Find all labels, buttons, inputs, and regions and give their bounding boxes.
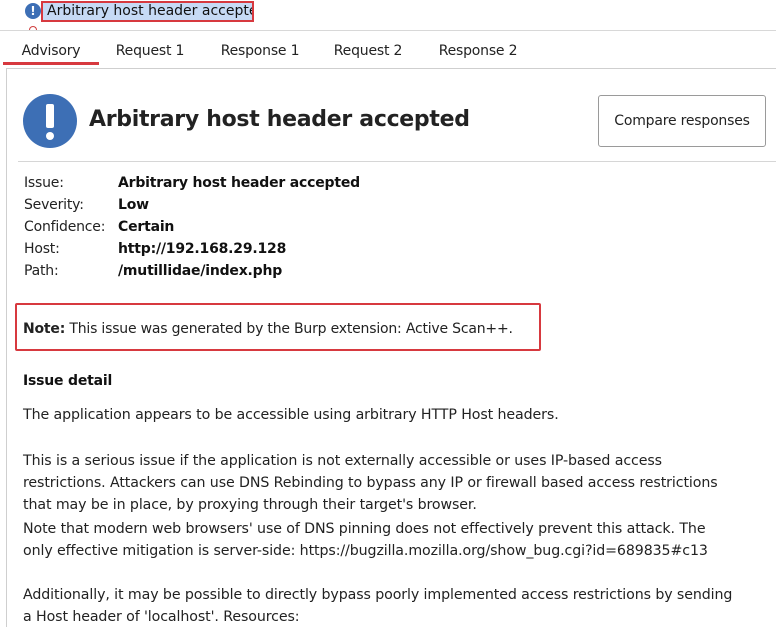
detail-line: This is a serious issue if the applicati… xyxy=(23,453,662,469)
detail-line: a Host header of 'localhost'. Resources: xyxy=(23,609,300,625)
tab-bar: Advisory Request 1 Response 1 Request 2 … xyxy=(0,30,776,66)
detail-line: restrictions. Attackers can use DNS Rebi… xyxy=(23,475,718,491)
issue-value: Arbitrary host header accepted xyxy=(118,175,360,191)
detail-paragraph: Additionally, it may be possible to dire… xyxy=(23,584,773,627)
path-label: Path: xyxy=(24,263,59,279)
issue-label: Issue: xyxy=(24,175,64,191)
confidence-label: Confidence: xyxy=(24,219,106,235)
extension-note: Note: This issue was generated by the Bu… xyxy=(23,321,513,337)
tab-response-2[interactable]: Response 2 xyxy=(428,31,528,65)
info-icon: ! xyxy=(25,3,41,19)
tab-response-1[interactable]: Response 1 xyxy=(210,31,310,65)
note-label: Note: xyxy=(23,321,66,337)
issue-viewer: ! Arbitrary host header accepted Advisor… xyxy=(0,0,776,627)
detail-line: that may be in place, by proxying throug… xyxy=(23,497,477,513)
advisory-panel: Arbitrary host header accepted Compare r… xyxy=(6,68,776,627)
tab-advisory[interactable]: Advisory xyxy=(3,31,99,65)
tab-request-2[interactable]: Request 2 xyxy=(326,31,410,65)
detail-line: Additionally, it may be possible to dire… xyxy=(23,587,733,603)
detail-line: The application appears to be accessible… xyxy=(23,407,559,423)
severity-value: Low xyxy=(118,197,149,213)
divider xyxy=(18,161,776,162)
path-value: /mutillidae/index.php xyxy=(118,263,283,279)
detail-paragraph: This is a serious issue if the applicati… xyxy=(23,450,773,516)
host-value: http://192.168.29.128 xyxy=(118,241,287,257)
advisory-title: Arbitrary host header accepted xyxy=(89,107,470,132)
issue-detail-heading: Issue detail xyxy=(23,373,113,389)
confidence-value: Certain xyxy=(118,219,175,235)
issue-tree-item-label[interactable]: Arbitrary host header accepted xyxy=(41,1,254,22)
detail-line: Note that modern web browsers' use of DN… xyxy=(23,521,706,537)
compare-responses-button[interactable]: Compare responses xyxy=(598,95,766,147)
severity-label: Severity: xyxy=(24,197,84,213)
detail-paragraph: Note that modern web browsers' use of DN… xyxy=(23,518,773,562)
host-label: Host: xyxy=(24,241,60,257)
detail-line: only effective mitigation is server-side… xyxy=(23,543,708,559)
detail-paragraph: The application appears to be accessible… xyxy=(23,404,773,426)
issue-tree-row[interactable]: ! Arbitrary host header accepted xyxy=(0,0,776,30)
note-body: This issue was generated by the Burp ext… xyxy=(65,321,513,337)
tab-request-1[interactable]: Request 1 xyxy=(107,31,193,65)
info-icon xyxy=(23,94,77,148)
